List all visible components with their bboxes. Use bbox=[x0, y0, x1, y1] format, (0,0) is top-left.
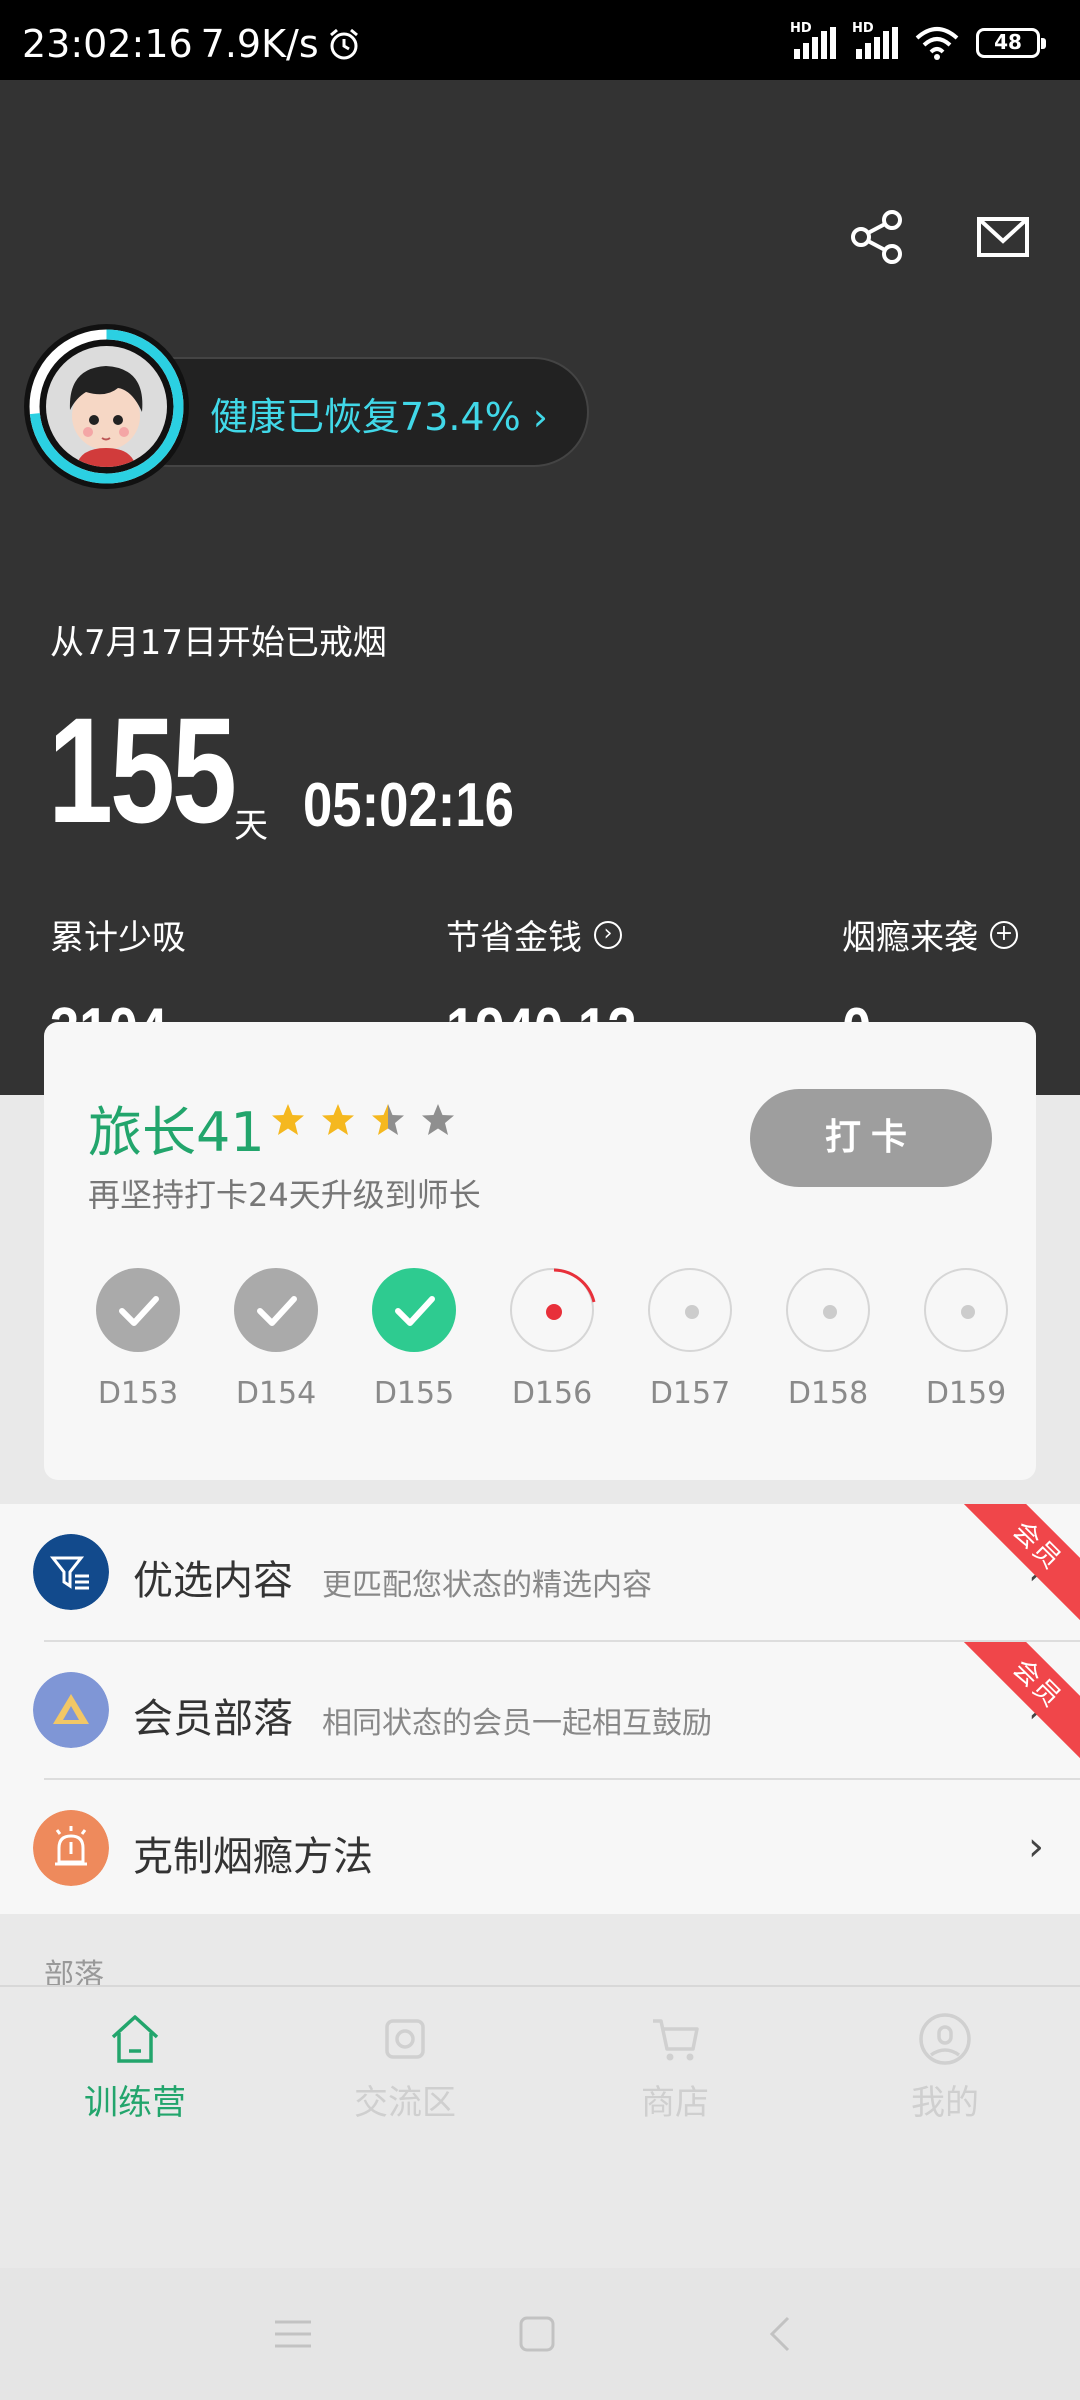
future-day-icon bbox=[924, 1268, 1008, 1352]
back-icon[interactable] bbox=[760, 2312, 804, 2356]
star-half-icon bbox=[372, 1104, 404, 1135]
elapsed-timer: 05:02:16 bbox=[303, 771, 514, 840]
list-item-subtitle: 更匹配您状态的精选内容 bbox=[322, 1568, 652, 1603]
signal-icon: HD bbox=[852, 21, 898, 59]
day-item: D154 bbox=[216, 1268, 336, 1411]
current-day-icon bbox=[510, 1268, 596, 1352]
list-item-title: 克制烟瘾方法 bbox=[133, 1834, 373, 1880]
nav-shop[interactable]: 商店 bbox=[575, 2009, 775, 2124]
health-ring bbox=[24, 324, 189, 489]
header: 健康已恢复73.4% › 从7月17日开始已戒烟 155 天 05:02:16 … bbox=[0, 80, 1080, 1095]
rank-stars bbox=[270, 1102, 456, 1138]
checkin-card: 旅长41 再坚持打卡24天升级到师长 打卡 D153 D154 D155 D15… bbox=[44, 1022, 1036, 1480]
avatar[interactable] bbox=[46, 346, 167, 467]
chevron-right-icon: › bbox=[1028, 1824, 1044, 1870]
filter-icon bbox=[33, 1534, 109, 1610]
battery-level: 48 bbox=[994, 30, 1022, 54]
day-item: D157 bbox=[630, 1268, 750, 1411]
day-item: D156 bbox=[492, 1268, 612, 1411]
day-label: D159 bbox=[925, 1376, 1007, 1411]
home-icon bbox=[111, 2015, 159, 2063]
bottom-nav: 训练营 交流区 商店 我的 bbox=[0, 1985, 1080, 2140]
menu-icon[interactable] bbox=[271, 2312, 315, 2356]
future-day-icon bbox=[648, 1268, 732, 1352]
nav-label: 我的 bbox=[911, 2083, 979, 2123]
nav-label: 商店 bbox=[641, 2083, 709, 2123]
health-text: 健康已恢复73.4% › bbox=[210, 395, 548, 439]
nav-community[interactable]: 交流区 bbox=[305, 2009, 505, 2124]
status-time: 23:02:16 bbox=[22, 22, 193, 66]
day-label: D153 bbox=[97, 1376, 179, 1411]
day-label: D157 bbox=[649, 1376, 731, 1411]
stat-label: 节省金钱 bbox=[446, 918, 582, 958]
stat-label: 累计少吸 bbox=[50, 918, 186, 958]
list-item-title: 会员部落 bbox=[133, 1696, 293, 1742]
plus-circle-icon[interactable]: + bbox=[990, 920, 1018, 949]
quit-since-text: 从7月17日开始已戒烟 bbox=[50, 623, 387, 663]
nav-label: 训练营 bbox=[84, 2083, 186, 2123]
status-left: 23:02:16 7.9K/s bbox=[22, 22, 361, 66]
list-item-craving-methods[interactable]: 克制烟瘾方法 › bbox=[0, 1780, 1080, 1916]
day-item: D159 bbox=[906, 1268, 1026, 1411]
day-label: D154 bbox=[235, 1376, 317, 1411]
upgrade-hint: 再坚持打卡24天升级到师长 bbox=[88, 1176, 481, 1214]
list-item-subtitle: 相同状态的会员一起相互鼓励 bbox=[322, 1706, 712, 1741]
battery-icon: 48 bbox=[976, 28, 1046, 58]
day-item: D158 bbox=[768, 1268, 888, 1411]
day-label: D158 bbox=[787, 1376, 869, 1411]
feature-list: 优选内容 更匹配您状态的精选内容 › 会员 会员部落 相同状态的会员一起相互鼓励… bbox=[0, 1504, 1080, 1914]
wifi-icon bbox=[915, 27, 959, 60]
nav-label: 交流区 bbox=[354, 2083, 456, 2123]
star-icon bbox=[272, 1104, 304, 1135]
system-nav-bar bbox=[0, 2268, 1080, 2400]
alarm-light-icon bbox=[33, 1810, 109, 1886]
checkin-days: D153 D154 D155 D156 D157 D158 D159 bbox=[44, 1268, 1036, 1438]
status-right: HD HD 48 bbox=[790, 21, 1046, 60]
signal-icon: HD bbox=[790, 21, 836, 59]
future-day-icon bbox=[786, 1268, 870, 1352]
check-icon bbox=[96, 1268, 180, 1352]
star-empty-icon bbox=[422, 1104, 454, 1135]
days-count: 155 bbox=[48, 686, 237, 854]
tribe-icon bbox=[33, 1672, 109, 1748]
list-item-featured-content[interactable]: 优选内容 更匹配您状态的精选内容 › 会员 bbox=[0, 1504, 1080, 1640]
nav-training-camp[interactable]: 训练营 bbox=[35, 2009, 235, 2124]
home-square-icon[interactable] bbox=[515, 2312, 559, 2356]
status-bar: 23:02:16 7.9K/s HD HD 48 bbox=[0, 0, 1080, 80]
list-item-member-tribe[interactable]: 会员部落 相同状态的会员一起相互鼓励 › 会员 bbox=[0, 1642, 1080, 1778]
user-icon bbox=[919, 2013, 971, 2065]
day-label: D155 bbox=[373, 1376, 455, 1411]
network-speed: 7.9K/s bbox=[200, 22, 319, 66]
alarm-icon bbox=[329, 28, 358, 60]
check-icon bbox=[234, 1268, 318, 1352]
list-item-title: 优选内容 bbox=[133, 1558, 293, 1604]
member-badge: 会员 bbox=[961, 1642, 1080, 1760]
checkin-button[interactable]: 打卡 bbox=[750, 1089, 992, 1187]
days-unit: 天 bbox=[234, 806, 268, 846]
star-icon bbox=[322, 1104, 354, 1135]
day-label: D156 bbox=[511, 1376, 593, 1411]
nav-profile[interactable]: 我的 bbox=[845, 2009, 1045, 2124]
arrow-circle-icon[interactable]: › bbox=[594, 920, 622, 949]
check-icon bbox=[372, 1268, 456, 1352]
cart-icon bbox=[653, 2019, 699, 2061]
share-icon[interactable] bbox=[848, 208, 906, 266]
stat-label: 烟瘾来袭 bbox=[842, 918, 978, 958]
day-item: D153 bbox=[78, 1268, 198, 1411]
member-badge: 会员 bbox=[961, 1504, 1080, 1622]
rank-title: 旅长41 bbox=[88, 1101, 265, 1164]
health-progress-pill[interactable]: 健康已恢复73.4% › bbox=[24, 324, 589, 489]
camera-icon bbox=[385, 2019, 425, 2059]
mail-icon[interactable] bbox=[974, 208, 1032, 266]
day-item: D155 bbox=[354, 1268, 474, 1411]
